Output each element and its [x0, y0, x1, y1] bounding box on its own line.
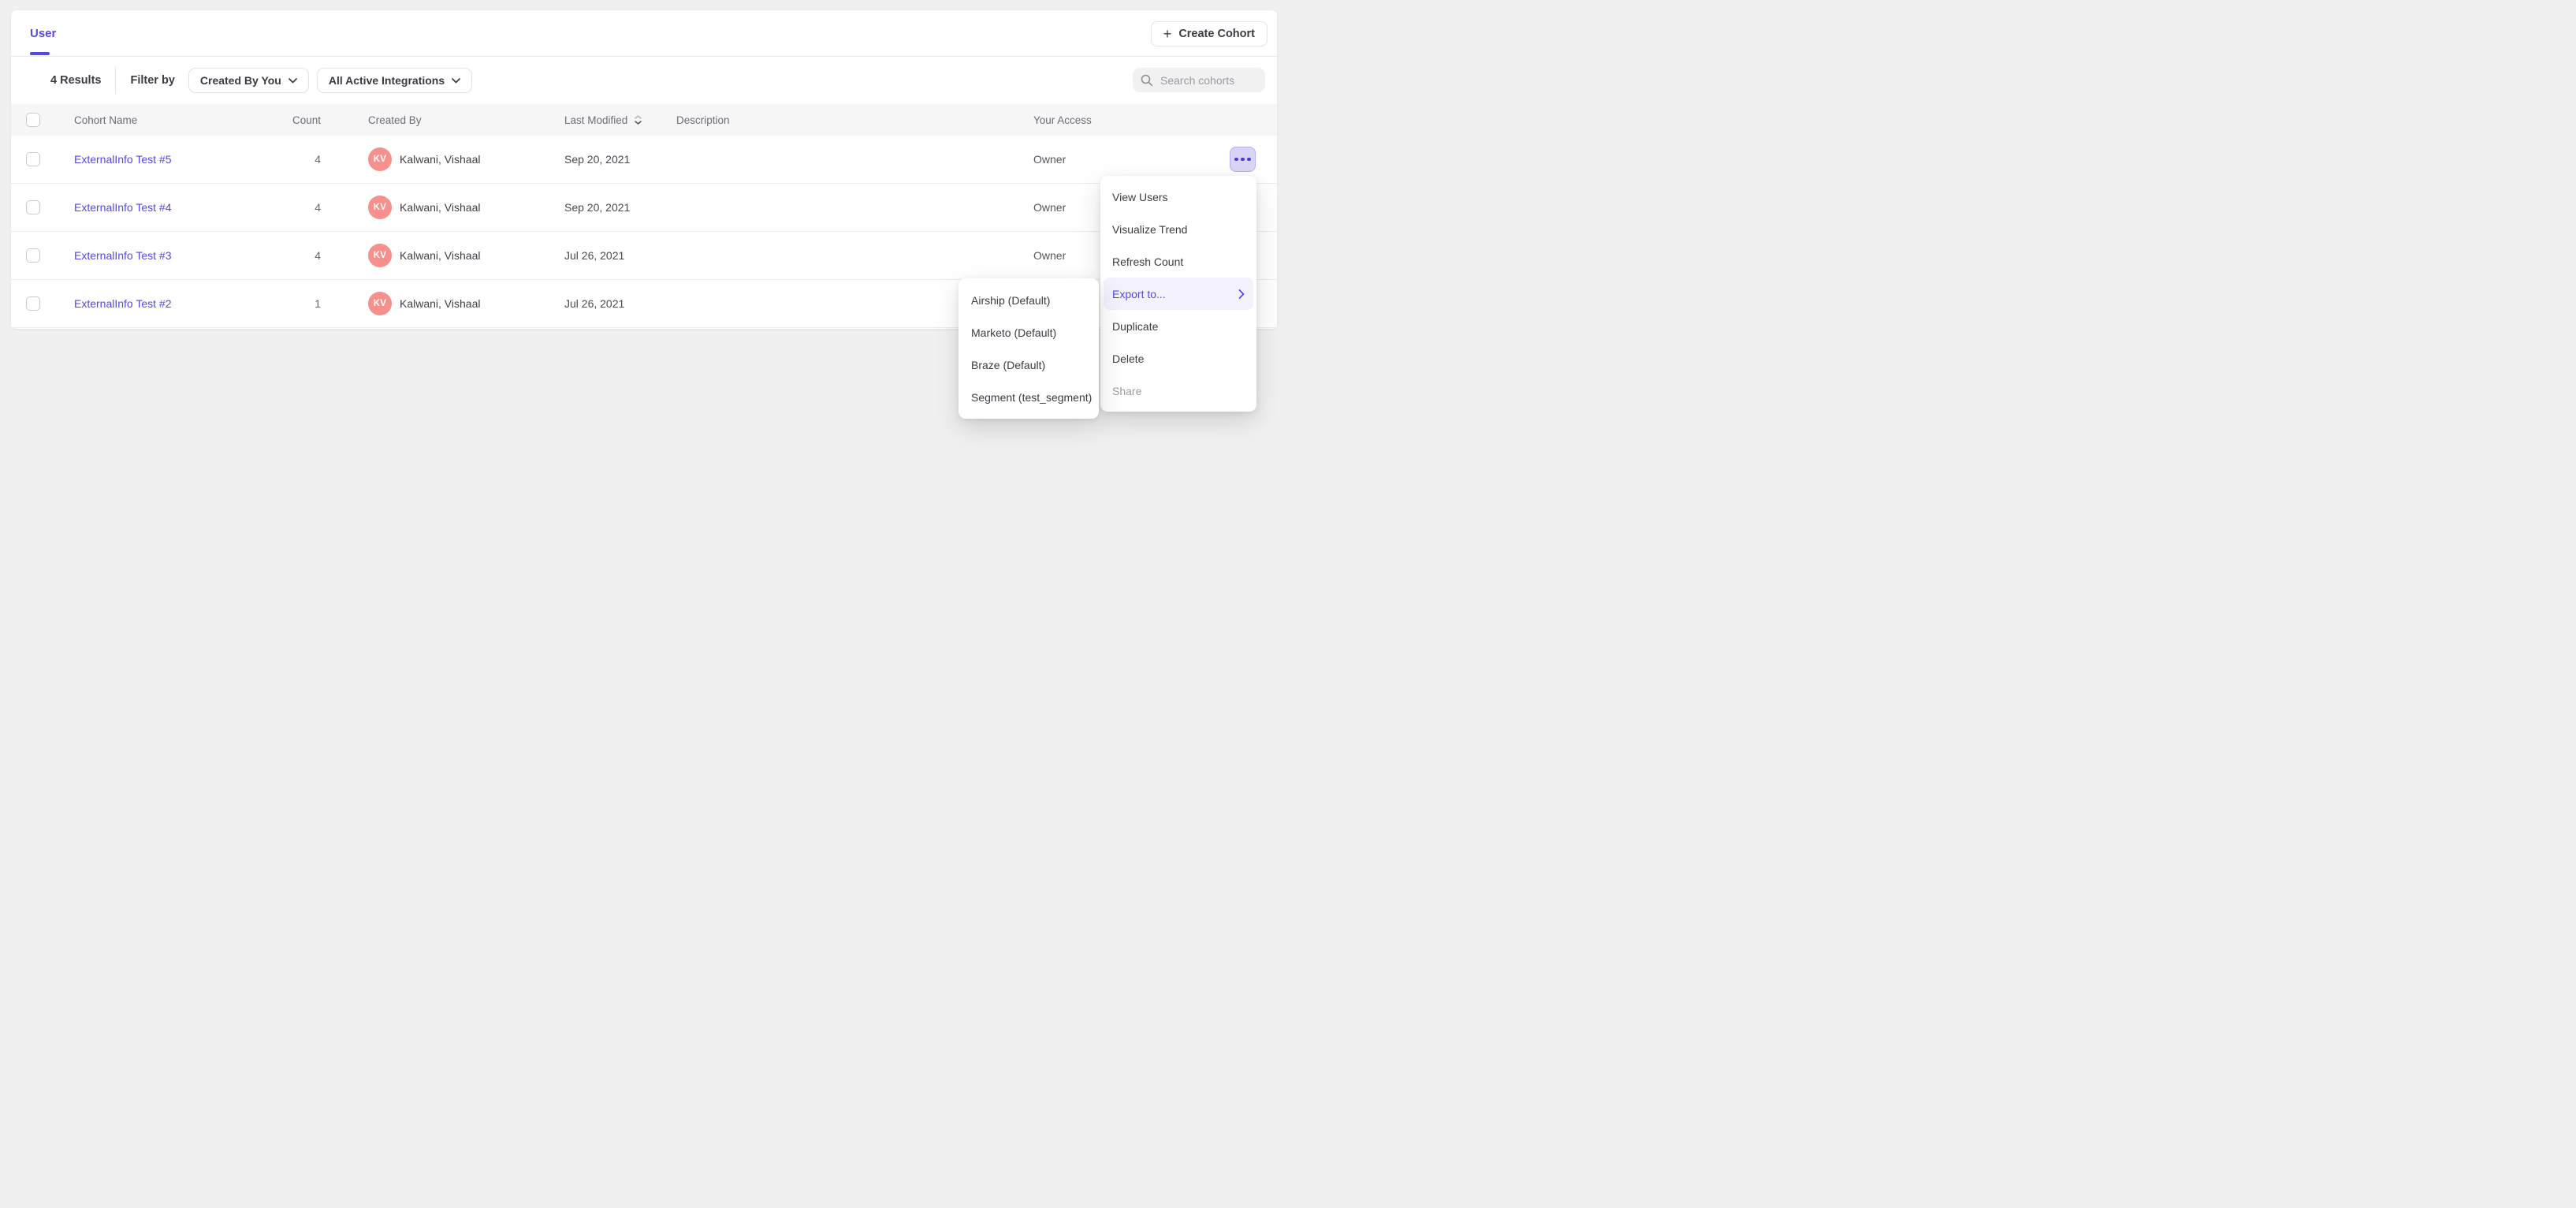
submenu-item[interactable]: Segment (test_segment) [959, 381, 1099, 413]
menu-item[interactable]: View Users [1100, 181, 1256, 213]
created-by-filter-dropdown[interactable]: Created By You [188, 68, 309, 93]
menu-item[interactable]: Visualize Trend [1100, 213, 1256, 245]
row-actions-button[interactable] [1230, 147, 1256, 172]
tab-active-underline [30, 52, 50, 55]
access-value: Owner [1033, 153, 1066, 166]
last-modified-date: Jul 26, 2021 [564, 249, 624, 262]
menu-item: Share [1100, 375, 1256, 407]
tab-user-label: User [30, 27, 56, 40]
search-cohorts-box [1133, 68, 1265, 92]
created-by-filter-label: Created By You [200, 74, 281, 87]
created-by-name: Kalwani, Vishaal [400, 249, 480, 262]
created-by-name: Kalwani, Vishaal [400, 153, 480, 166]
export-submenu: Airship (Default) Marketo (Default) Braz… [959, 278, 1099, 419]
menu-item-label: Duplicate [1112, 320, 1158, 333]
last-modified-date: Sep 20, 2021 [564, 153, 630, 166]
created-by-name: Kalwani, Vishaal [400, 297, 480, 310]
access-value: Owner [1033, 201, 1066, 214]
last-modified-date: Sep 20, 2021 [564, 201, 630, 214]
cohorts-page: { "colors": { "accent": "#5449E1", "link… [0, 0, 1288, 604]
table-row: ExternalInfo Test #5 4 KV Kalwani, Visha… [11, 136, 1277, 184]
menu-item[interactable]: Duplicate [1100, 310, 1256, 342]
column-header-description: Description [676, 104, 730, 136]
submenu-item-label: Airship (Default) [971, 294, 1050, 307]
submenu-item-label: Marketo (Default) [971, 326, 1056, 339]
menu-item-label: View Users [1112, 191, 1168, 203]
filter-by-label: Filter by [130, 74, 174, 87]
row-checkbox[interactable] [26, 296, 40, 311]
avatar: KV [368, 147, 392, 171]
menu-item-export-to[interactable]: Export to... [1104, 278, 1253, 310]
avatar: KV [368, 292, 392, 315]
plus-icon: + [1163, 27, 1172, 41]
column-header-your-access: Your Access [1033, 104, 1092, 136]
integrations-filter-dropdown[interactable]: All Active Integrations [317, 68, 472, 93]
menu-item-label: Export to... [1112, 288, 1166, 300]
menu-item-label: Share [1112, 385, 1141, 397]
sort-icon [635, 115, 642, 125]
cohort-count: 4 [315, 249, 321, 262]
table-row: ExternalInfo Test #4 4 KV Kalwani, Visha… [11, 184, 1277, 232]
tab-bar: User + Create Cohort [11, 10, 1277, 57]
cohort-count: 4 [315, 201, 321, 214]
menu-item[interactable]: Delete [1100, 342, 1256, 375]
row-checkbox[interactable] [26, 248, 40, 263]
create-cohort-label: Create Cohort [1178, 28, 1255, 40]
column-header-last-modified[interactable]: Last Modified [564, 104, 642, 136]
cohort-count: 4 [315, 153, 321, 166]
results-count: 4 Results [50, 74, 101, 87]
chevron-down-icon [288, 78, 297, 84]
chevron-down-icon [452, 78, 460, 84]
search-icon [1141, 74, 1153, 87]
row-checkbox[interactable] [26, 200, 40, 214]
cohort-count: 1 [315, 297, 321, 310]
submenu-item[interactable]: Airship (Default) [959, 284, 1099, 316]
menu-item-label: Delete [1112, 352, 1144, 365]
column-header-created-by: Created By [368, 104, 422, 136]
column-header-last-modified-label: Last Modified [564, 114, 627, 126]
select-all-checkbox[interactable] [26, 113, 40, 127]
column-header-cohort-name: Cohort Name [74, 104, 137, 136]
access-value: Owner [1033, 249, 1066, 262]
menu-item[interactable]: Refresh Count [1100, 245, 1256, 278]
menu-item-label: Visualize Trend [1112, 223, 1187, 236]
submenu-item-label: Segment (test_segment) [971, 391, 1092, 404]
table-row: ExternalInfo Test #3 4 KV Kalwani, Visha… [11, 232, 1277, 280]
cohort-name-link[interactable]: ExternalInfo Test #3 [74, 249, 171, 262]
filter-bar: 4 Results Filter by Created By You All A… [11, 57, 1277, 104]
chevron-right-icon [1238, 289, 1245, 299]
create-cohort-button[interactable]: + Create Cohort [1151, 21, 1268, 47]
cohort-name-link[interactable]: ExternalInfo Test #2 [74, 297, 171, 310]
cohort-name-link[interactable]: ExternalInfo Test #5 [74, 153, 171, 166]
created-by-name: Kalwani, Vishaal [400, 201, 480, 214]
table-header-row: Cohort Name Count Created By Last Modifi… [11, 104, 1277, 136]
submenu-item[interactable]: Marketo (Default) [959, 316, 1099, 349]
avatar: KV [368, 196, 392, 219]
menu-item-label: Refresh Count [1112, 255, 1183, 268]
search-input[interactable] [1160, 74, 1255, 87]
cohort-name-link[interactable]: ExternalInfo Test #4 [74, 201, 171, 214]
row-actions-menu: View Users Visualize Trend Refresh Count… [1100, 176, 1256, 412]
avatar: KV [368, 244, 392, 267]
divider [115, 67, 116, 94]
submenu-item-label: Braze (Default) [971, 359, 1045, 371]
ellipsis-icon [1234, 158, 1238, 162]
column-header-count: Count [248, 104, 321, 136]
tab-user[interactable]: User [30, 10, 56, 56]
integrations-filter-label: All Active Integrations [329, 74, 445, 87]
last-modified-date: Jul 26, 2021 [564, 297, 624, 310]
submenu-item[interactable]: Braze (Default) [959, 349, 1099, 381]
row-checkbox[interactable] [26, 152, 40, 166]
